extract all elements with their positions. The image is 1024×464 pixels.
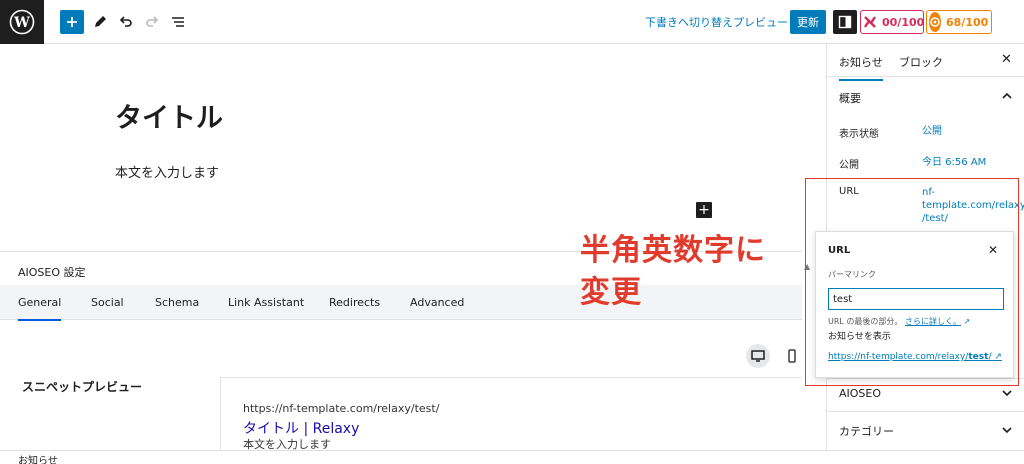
tab-redirects[interactable]: Redirects: [329, 296, 380, 309]
annotation-line-2: 変更: [580, 275, 642, 310]
block-editor: W 下書きへ切り替え プレビュー 更新 00/100 68/100 タイトル 本…: [0, 0, 1024, 464]
sidebar-icon: [838, 15, 852, 29]
redo-icon: [146, 16, 159, 27]
switch-to-draft-button[interactable]: 下書きへ切り替え: [645, 14, 733, 30]
tab-schema[interactable]: Schema: [155, 296, 199, 309]
desktop-preview-button[interactable]: [746, 344, 770, 368]
permalink-help: URL の最後の部分。 さらに詳しく。 ↗: [828, 316, 970, 327]
permalink-slug-input[interactable]: [828, 288, 1004, 310]
desktop-icon: [751, 350, 765, 362]
truseo-score-button[interactable]: 68/100: [926, 10, 992, 34]
mobile-preview-button[interactable]: [780, 344, 804, 368]
tools-button[interactable]: [88, 10, 112, 34]
chevron-up-icon[interactable]: [1001, 89, 1013, 102]
tab-block[interactable]: ブロック: [899, 54, 943, 70]
add-block-button[interactable]: [60, 10, 84, 34]
publish-label: 公開: [839, 160, 859, 171]
headline-score-button[interactable]: 00/100: [860, 10, 924, 34]
svg-text:W: W: [13, 15, 30, 31]
snippet-title: タイトル | Relaxy: [243, 421, 360, 437]
close-icon[interactable]: ✕: [988, 243, 998, 257]
preview-button[interactable]: プレビュー: [733, 14, 788, 30]
update-button[interactable]: 更新: [790, 10, 826, 34]
tab-advanced[interactable]: Advanced: [410, 296, 464, 309]
annotation-text: 半角英数字に 変更: [580, 230, 800, 314]
aioseo-panel-title[interactable]: AIOSEO: [839, 387, 881, 400]
meta-box-heading: AIOSEO 設定: [18, 266, 86, 279]
tab-social[interactable]: Social: [91, 296, 124, 309]
permalink-link[interactable]: https://nf-template.com/relaxy/test/ ↗: [828, 352, 1002, 362]
learn-more-link[interactable]: さらに詳しく。: [905, 317, 961, 326]
tab-post[interactable]: お知らせ: [839, 54, 883, 81]
truseo-score: 68/100: [946, 15, 989, 29]
visibility-value[interactable]: 公開: [922, 125, 942, 138]
pencil-icon: [95, 16, 106, 27]
aioseo-icon: [929, 12, 941, 32]
redo-button[interactable]: [140, 10, 164, 34]
tab-general[interactable]: General: [18, 296, 62, 321]
divider: [827, 411, 1024, 412]
snippet-preview-label: スニペットプレビュー: [22, 380, 143, 394]
chevron-down-icon[interactable]: [1001, 424, 1013, 437]
tab-link-assistant[interactable]: Link Assistant: [228, 296, 304, 309]
popover-title: URL: [828, 245, 851, 256]
close-icon[interactable]: ✕: [1001, 52, 1012, 67]
list-view-icon: [172, 17, 184, 27]
block-inserter-button[interactable]: +: [696, 202, 712, 218]
settings-toggle-button[interactable]: [833, 10, 857, 34]
breadcrumb[interactable]: お知らせ: [18, 452, 58, 464]
external-link-icon: ↗: [963, 317, 971, 326]
editor-canvas: タイトル 本文を入力します +: [0, 44, 826, 251]
undo-button[interactable]: [114, 10, 138, 34]
undo-icon: [119, 16, 132, 27]
publish-date[interactable]: 今日 6:56 AM: [922, 156, 986, 169]
editor-footer: お知らせ: [0, 450, 1024, 464]
wordpress-icon: W: [9, 9, 35, 35]
permalink-label: パーマリンク: [828, 270, 876, 279]
annotation-line-1: 半角英数字に: [580, 233, 766, 268]
top-toolbar: W 下書きへ切り替え プレビュー 更新 00/100 68/100: [0, 0, 1024, 44]
external-link-icon: ↗: [994, 352, 1002, 362]
snippet-preview: https://nf-template.com/relaxy/test/ タイト…: [220, 377, 802, 457]
visibility-label: 表示状態: [839, 129, 879, 140]
wordpress-logo[interactable]: W: [0, 0, 44, 44]
help-text: URL の最後の部分。: [828, 317, 903, 326]
summary-panel-title[interactable]: 概要: [839, 90, 861, 106]
headline-analyzer-icon: [863, 12, 877, 32]
url-popover: URL ✕ パーマリンク URL の最後の部分。 さらに詳しく。 ↗ お知らせを…: [815, 231, 1014, 378]
snippet-url: https://nf-template.com/relaxy/test/: [243, 402, 440, 415]
link-suffix: /: [988, 352, 992, 362]
view-post-label: お知らせを表示: [828, 332, 891, 342]
post-title[interactable]: タイトル: [115, 96, 223, 135]
category-panel-title[interactable]: カテゴリー: [839, 423, 894, 439]
link-prefix: https://nf-template.com/relaxy/: [828, 352, 969, 362]
mobile-icon: [788, 349, 796, 363]
chevron-down-icon[interactable]: [1001, 387, 1013, 400]
document-overview-button[interactable]: [166, 10, 190, 34]
plus-icon: [67, 17, 77, 27]
headline-score: 00/100: [882, 15, 925, 29]
paragraph-block[interactable]: 本文を入力します: [115, 162, 219, 181]
sidebar-tabs: お知らせ ブロック ✕: [827, 44, 1024, 81]
link-slug: test: [968, 352, 989, 362]
